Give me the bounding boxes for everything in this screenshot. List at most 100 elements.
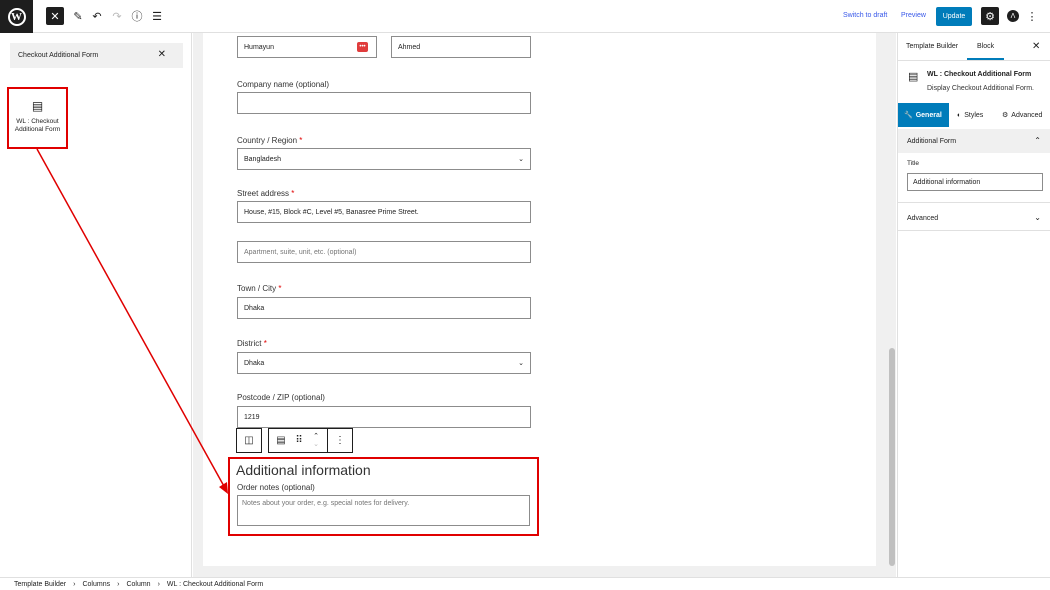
wordpress-logo-button[interactable]: W [0, 0, 33, 33]
tab-advanced[interactable]: ⚙ Advanced [1002, 103, 1042, 127]
settings-button[interactable]: ⚙ [981, 7, 999, 25]
search-value: Checkout Additional Form [18, 52, 99, 59]
company-input[interactable] [237, 92, 531, 114]
details-button[interactable]: ⓘ [128, 7, 146, 25]
move-up-icon[interactable]: ⌃ [313, 433, 319, 441]
last-name-value: Ahmed [398, 43, 421, 51]
kebab-menu-icon: ⋮ [1026, 10, 1038, 23]
move-block-buttons[interactable]: ⌃ ⌄ [305, 429, 327, 452]
town-input[interactable]: Dhaka [237, 297, 531, 319]
inspector-tabs: 🔧 General ◐ Styles ⚙ Advanced [898, 103, 1050, 127]
district-select[interactable]: Dhaka ⌄ [237, 352, 531, 374]
block-card-title: WL : Checkout Additional Form [927, 71, 1032, 78]
chevron-down-icon: ⌄ [1034, 213, 1041, 222]
settings-sidebar: Template Builder Block ✕ ▤ WL : Checkout… [897, 33, 1050, 577]
chevron-up-icon: ⌃ [1034, 136, 1041, 145]
advanced-panel-toggle[interactable]: Advanced ⌄ [898, 206, 1050, 230]
tab-template-builder[interactable]: Template Builder [906, 43, 958, 50]
block-options-button[interactable]: ⋮ [328, 429, 352, 452]
breadcrumb-item[interactable]: Column [126, 581, 150, 588]
undo-button[interactable]: ↶ [88, 7, 106, 25]
country-select[interactable]: Bangladesh ⌄ [237, 148, 531, 170]
plugin-button[interactable]: Λ [1004, 7, 1022, 25]
breadcrumb-separator-icon: › [157, 580, 160, 588]
tab-styles-label: Styles [964, 111, 984, 119]
block-card-description: Display Checkout Additional Form. [927, 85, 1034, 92]
title-field-label: Title [907, 160, 920, 167]
street-input[interactable]: House, #15, Block #C, Level #5, Banasree… [237, 201, 531, 223]
country-value: Bangladesh [244, 155, 281, 163]
styles-icon: ◐ [957, 111, 962, 119]
additional-form-panel: Additional Form ⌃ Title Additional infor… [898, 129, 1050, 203]
town-label-text: Town / City [237, 284, 277, 293]
required-mark: * [299, 136, 303, 145]
apartment-input[interactable]: Apartment, suite, unit, etc. (optional) [237, 241, 531, 263]
table-block-icon: ▤ [908, 71, 919, 83]
drag-handle[interactable]: ⠿ [293, 429, 305, 452]
list-view-icon: ☰ [152, 10, 162, 23]
close-inserter-button[interactable]: ✕ [46, 7, 64, 25]
preview-button[interactable]: Preview [901, 12, 926, 19]
gear-icon: ⚙ [1002, 112, 1009, 119]
scrollbar-thumb[interactable] [889, 348, 895, 566]
block-item-checkout-additional-form[interactable]: ▤ WL : Checkout Additional Form [7, 87, 68, 149]
additional-info-title: Additional information [236, 462, 371, 478]
breadcrumb-separator-icon: › [117, 580, 120, 588]
country-label: Country / Region * [237, 136, 302, 145]
breadcrumb-item[interactable]: Template Builder [14, 581, 66, 588]
district-value: Dhaka [244, 359, 265, 367]
move-down-icon[interactable]: ⌄ [313, 441, 319, 449]
table-block-icon: ▤ [31, 99, 44, 113]
update-button[interactable]: Update [936, 7, 972, 26]
tab-general[interactable]: 🔧 General [898, 103, 949, 127]
breadcrumb-item[interactable]: Columns [82, 581, 110, 588]
edit-tool-button[interactable]: ✎ [69, 7, 87, 25]
order-notes-label: Order notes (optional) [237, 483, 315, 492]
block-inserter-panel: Checkout Additional Form ✕ ▤ WL : Checko… [0, 33, 192, 577]
undo-icon: ↶ [92, 10, 102, 23]
last-name-input[interactable]: Ahmed [391, 36, 531, 58]
clear-search-icon[interactable]: ✕ [158, 49, 166, 60]
autofill-dots-icon[interactable]: ••• [357, 42, 368, 52]
block-search-input[interactable]: Checkout Additional Form ✕ [10, 43, 183, 68]
additional-form-panel-toggle[interactable]: Additional Form ⌃ [898, 129, 1050, 153]
postcode-input[interactable]: 1219 [237, 406, 531, 428]
redo-icon: ↷ [112, 10, 122, 23]
close-sidebar-icon[interactable]: ✕ [1032, 41, 1040, 52]
first-name-input[interactable]: Humayun ••• [237, 36, 377, 58]
street-label-text: Street address [237, 189, 290, 198]
breadcrumb-separator-icon: › [73, 580, 76, 588]
chevron-down-icon: ⌄ [518, 360, 524, 367]
top-toolbar: W ✕ ✎ ↶ ↷ ⓘ ☰ Switch to draft Preview Up… [0, 0, 1050, 33]
drag-handle-icon: ⠿ [295, 435, 303, 446]
town-label: Town / City * [237, 284, 281, 293]
breadcrumb-item: WL : Checkout Additional Form [166, 580, 264, 588]
tab-styles[interactable]: ◐ Styles [957, 103, 983, 127]
order-notes-placeholder: Notes about your order, e.g. special not… [242, 500, 410, 507]
block-type-button[interactable]: ▤ [269, 429, 293, 452]
wordpress-logo-icon: W [7, 7, 26, 26]
tab-block[interactable]: Block [966, 43, 1005, 60]
apartment-placeholder: Apartment, suite, unit, etc. (optional) [244, 248, 357, 256]
panel-title: Additional Form [907, 137, 957, 145]
town-value: Dhaka [244, 304, 265, 312]
block-toolbar: ◫ ▤ ⠿ ⌃ ⌄ ⋮ [236, 428, 353, 453]
redo-button[interactable]: ↷ [108, 7, 126, 25]
street-value: House, #15, Block #C, Level #5, Banasree… [244, 208, 419, 216]
required-mark: * [263, 339, 267, 348]
required-mark: * [278, 284, 282, 293]
kebab-menu-icon: ⋮ [335, 435, 345, 446]
required-mark: * [291, 189, 295, 198]
title-input-value: Additional information [913, 178, 981, 186]
block-item-label: WL : Checkout Additional Form [14, 118, 61, 134]
switch-to-draft-button[interactable]: Switch to draft [843, 12, 887, 19]
select-parent-button[interactable]: ◫ [237, 429, 261, 452]
tab-advanced-label: Advanced [1011, 111, 1043, 119]
list-view-button[interactable]: ☰ [148, 7, 166, 25]
options-button[interactable]: ⋮ [1023, 7, 1041, 25]
wrench-icon: 🔧 [904, 112, 913, 119]
canvas-scrollbar[interactable] [888, 33, 896, 577]
title-input[interactable]: Additional information [907, 173, 1043, 191]
chevron-down-icon: ⌄ [518, 156, 524, 163]
order-notes-textarea[interactable]: Notes about your order, e.g. special not… [237, 495, 530, 526]
